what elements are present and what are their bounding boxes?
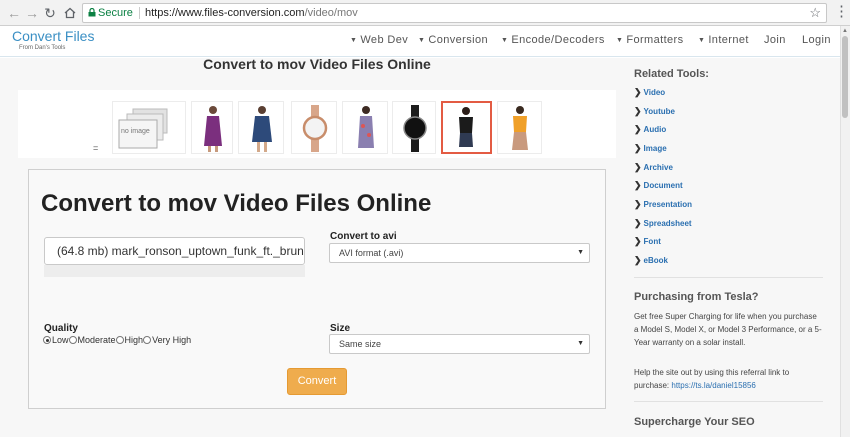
caret-down-icon: ▼ (616, 37, 624, 44)
caret-down-icon: ▼ (501, 37, 509, 44)
related-link-presentation[interactable]: ❯ Presentation (634, 199, 692, 210)
related-link-audio[interactable]: ❯ Audio (634, 124, 666, 135)
site-logo-subtitle: From Dan's Tools (19, 45, 66, 51)
nav-conversion[interactable]: ▼ Conversion (418, 34, 488, 46)
ad-product-dress-floral[interactable] (342, 101, 388, 154)
related-link-archive[interactable]: ❯ Archive (634, 162, 673, 173)
tesla-help: Help the site out by using this referral… (634, 368, 790, 390)
ad-product-dress-navy[interactable] (238, 101, 284, 154)
related-link-ebook[interactable]: ❯ eBook (634, 255, 668, 266)
ad-product-watch-black[interactable] (392, 101, 436, 154)
related-tools-heading: Related Tools: (634, 68, 709, 80)
chevron-right-icon: ❯ (634, 218, 642, 228)
nav-join[interactable]: Join (764, 34, 786, 46)
seo-heading: Supercharge Your SEO (634, 416, 755, 428)
chevron-right-icon: ❯ (634, 255, 642, 265)
nav-login[interactable]: Login (802, 34, 831, 46)
nav-formatters[interactable]: ▼ Formatters (616, 34, 684, 46)
quality-option-very-high[interactable]: Very High (143, 335, 191, 345)
chevron-right-icon: ❯ (634, 162, 642, 172)
quality-option-high[interactable]: High (115, 335, 143, 345)
bookmark-star-icon[interactable]: ☆ (809, 4, 821, 22)
chevron-right-icon: ❯ (634, 180, 642, 190)
nav-internet[interactable]: ▼ Internet (698, 34, 749, 46)
caret-down-icon: ▼ (418, 37, 426, 44)
chevron-right-icon: ❯ (634, 143, 642, 153)
home-icon[interactable] (60, 3, 80, 23)
browser-menu-icon[interactable]: ⋮ (834, 4, 849, 22)
ad-marker: = (93, 143, 99, 153)
related-link-font[interactable]: ❯ Font (634, 236, 661, 247)
ad-product-dress-purple[interactable] (191, 101, 233, 154)
secure-label: Secure (98, 7, 133, 19)
radio-icon[interactable] (43, 336, 51, 344)
quality-label: Quality (44, 323, 78, 334)
nav-web-dev[interactable]: ▼ Web Dev (350, 34, 408, 46)
chevron-right-icon: ❯ (634, 124, 642, 134)
caret-down-icon: ▼ (698, 37, 706, 44)
convert-button[interactable]: Convert (287, 368, 347, 395)
format-select-value: AVI format (.avi) (339, 248, 404, 258)
related-link-youtube[interactable]: ❯ Youtube (634, 106, 675, 117)
chevron-right-icon: ❯ (634, 87, 642, 97)
site-header: Convert Files From Dan's Tools ▼ Web Dev … (0, 26, 840, 57)
tesla-text: Get free Super Charging for life when yo… (634, 312, 822, 347)
sidebar-divider (634, 401, 823, 402)
scroll-up-arrow-icon[interactable]: ▲ (842, 28, 848, 34)
chevron-right-icon: ❯ (634, 106, 642, 116)
ad-no-image-text: no image (121, 128, 150, 135)
convert-to-label: Convert to avi (330, 231, 397, 242)
quality-option-low[interactable]: Low (43, 335, 69, 345)
ad-product-top-orange[interactable] (497, 101, 542, 154)
caret-down-icon: ▼ (350, 37, 358, 44)
ad-no-image[interactable]: no image (112, 101, 186, 154)
dropdown-arrow-icon: ▼ (577, 340, 584, 347)
reload-icon[interactable]: ↻ (40, 3, 60, 23)
quality-radio-group: Low Moderate High Very High (43, 335, 191, 345)
size-select[interactable]: Same size ▼ (329, 334, 590, 354)
browser-toolbar: ← → ↻ Secure https://www.files-conversio… (0, 0, 850, 26)
file-name-field[interactable]: (64.8 mb) mark_ronson_uptown_funk_ft._br… (44, 237, 305, 265)
tesla-heading: Purchasing from Tesla? (634, 291, 759, 303)
radio-icon[interactable] (143, 336, 152, 344)
size-select-value: Same size (339, 339, 382, 349)
dropdown-arrow-icon: ▼ (577, 249, 584, 256)
address-bar[interactable]: Secure https://www.files-conversion.com/… (82, 3, 827, 23)
radio-icon[interactable] (115, 336, 124, 344)
back-arrow-icon[interactable]: ← (4, 3, 24, 23)
related-link-spreadsheet[interactable]: ❯ Spreadsheet (634, 218, 692, 229)
forward-arrow-icon[interactable]: → (22, 3, 42, 23)
nav-encode-decoders[interactable]: ▼ Encode/Decoders (501, 34, 605, 46)
chevron-right-icon: ❯ (634, 199, 642, 209)
tesla-referral-link[interactable]: https://ts.la/daniel15856 (671, 381, 756, 390)
card-title: Convert to mov Video Files Online (41, 190, 432, 217)
ad-product-top-black-selected[interactable] (441, 101, 492, 154)
lock-icon (88, 8, 96, 17)
size-label: Size (330, 323, 351, 334)
related-link-video[interactable]: ❯ Video (634, 87, 665, 98)
scrollbar-thumb[interactable] (842, 36, 848, 118)
address-separator (139, 7, 140, 19)
site-logo[interactable]: Convert Files (12, 28, 94, 44)
page-title: Convert to mov Video Files Online (203, 56, 431, 72)
url-text[interactable]: https://www.files-conversion.com/video/m… (145, 4, 358, 22)
format-select[interactable]: AVI format (.avi) ▼ (329, 243, 590, 263)
upload-progress-bar (44, 265, 305, 277)
sidebar-divider (634, 277, 823, 278)
quality-option-moderate[interactable]: Moderate (68, 335, 116, 345)
chevron-right-icon: ❯ (634, 236, 642, 246)
radio-icon[interactable] (68, 336, 77, 344)
ad-product-watch-rose[interactable] (291, 101, 337, 154)
related-link-document[interactable]: ❯ Document (634, 180, 683, 191)
related-link-image[interactable]: ❯ Image (634, 143, 667, 154)
